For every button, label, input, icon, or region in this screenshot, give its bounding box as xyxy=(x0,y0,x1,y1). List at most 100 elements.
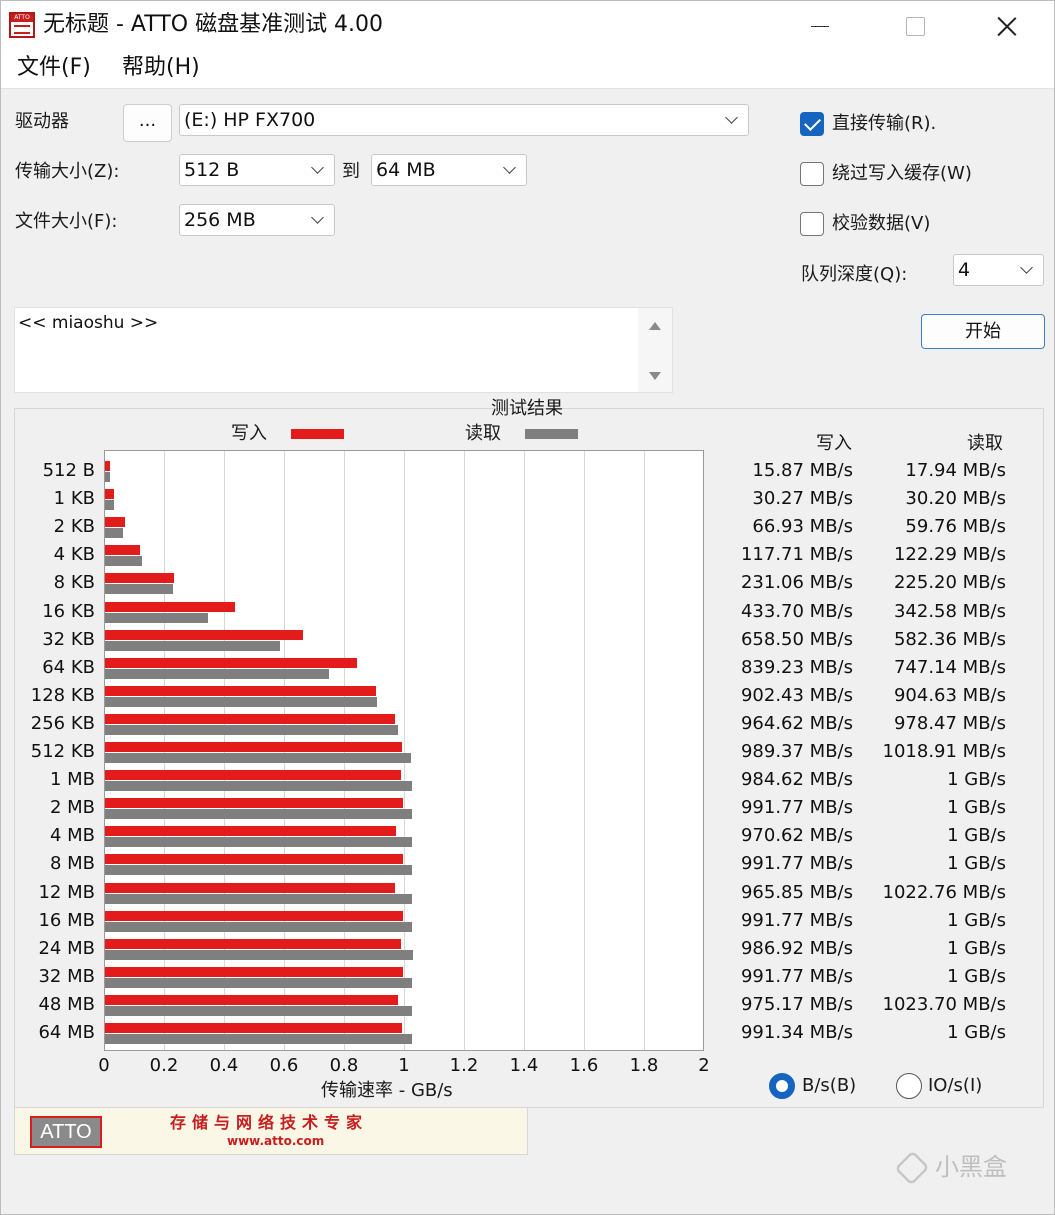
write-bar xyxy=(105,629,303,640)
queue-depth-select[interactable]: 4 xyxy=(953,254,1044,286)
app-window: ATTO 无标题 - ATTO 磁盘基准测试 4.00 文件(F) 帮助(H) … xyxy=(0,0,1055,1215)
transfer-size-row-label: 64 KB xyxy=(42,656,95,678)
transfer-size-row-label: 32 MB xyxy=(38,965,95,987)
io-per-second-radio[interactable] xyxy=(896,1073,922,1099)
bypass-cache-label[interactable]: 绕过写入缓存(W) xyxy=(832,162,972,186)
write-bar xyxy=(105,685,376,696)
x-axis-tick-label: 0.8 xyxy=(329,1055,359,1076)
browse-button[interactable]: ... xyxy=(123,104,172,142)
read-speed-value: 1 GB/s xyxy=(947,769,1006,791)
verify-data-label[interactable]: 校验数据(V) xyxy=(832,212,930,236)
verify-data-checkbox[interactable] xyxy=(800,212,824,236)
drive-label: 驱动器 xyxy=(15,111,69,132)
write-speed-value: 433.70 MB/s xyxy=(740,600,853,622)
read-speed-value: 1 GB/s xyxy=(947,825,1006,847)
chevron-down-icon xyxy=(311,161,324,174)
read-bar xyxy=(105,612,208,623)
write-speed-value: 839.23 MB/s xyxy=(740,656,853,678)
transfer-size-from-select[interactable]: 512 B xyxy=(179,154,335,186)
menu-file[interactable]: 文件(F) xyxy=(17,54,91,82)
read-bar xyxy=(105,500,114,511)
atto-app-icon: ATTO xyxy=(9,12,35,38)
read-speed-value: 30.20 MB/s xyxy=(905,488,1006,510)
write-speed-value: 902.43 MB/s xyxy=(740,684,853,706)
read-bar xyxy=(105,528,123,539)
drive-select-value: (E:) HP FX700 xyxy=(184,109,316,131)
banner-slogan: 存储与网络技术专家 xyxy=(170,1113,369,1132)
transfer-size-row-label: 12 MB xyxy=(38,881,95,903)
read-bar xyxy=(105,949,414,960)
queue-depth-label: 队列深度(Q): xyxy=(801,264,908,285)
read-bar xyxy=(105,809,412,820)
scroll-down-arrow-icon[interactable] xyxy=(649,372,661,380)
transfer-size-row-label: 256 KB xyxy=(30,712,95,734)
read-speed-value: 1023.70 MB/s xyxy=(882,993,1006,1015)
bypass-cache-checkbox[interactable] xyxy=(800,162,824,186)
legend-write-swatch xyxy=(291,429,344,439)
read-bar xyxy=(105,837,412,848)
direct-io-checkbox[interactable] xyxy=(800,112,824,136)
transfer-size-row-label: 64 MB xyxy=(38,1022,95,1043)
watermark-text: 小黑盒 xyxy=(935,1153,1007,1181)
drive-select[interactable]: (E:) HP FX700 xyxy=(179,104,749,136)
bytes-per-second-radio[interactable] xyxy=(769,1073,795,1099)
description-scrollbar[interactable] xyxy=(638,308,672,392)
read-bar xyxy=(105,472,111,482)
chevron-down-icon xyxy=(725,111,738,124)
menu-help[interactable]: 帮助(H) xyxy=(122,54,200,82)
write-speed-value: 964.62 MB/s xyxy=(740,712,853,734)
watermark-logo-icon xyxy=(894,1150,930,1186)
write-speed-value: 989.37 MB/s xyxy=(740,741,853,762)
chart-gridline xyxy=(524,451,525,1050)
chart-plot-area xyxy=(104,450,704,1051)
scroll-up-arrow-icon[interactable] xyxy=(649,322,661,330)
read-bar xyxy=(105,640,280,651)
read-speed-value: 1 GB/s xyxy=(947,1022,1006,1043)
read-speed-value: 342.58 MB/s xyxy=(893,600,1006,622)
maximize-button[interactable] xyxy=(891,9,935,43)
read-speed-value: 747.14 MB/s xyxy=(893,656,1006,678)
read-bar xyxy=(105,1034,412,1044)
read-bar xyxy=(105,668,330,679)
transfer-size-to-select[interactable]: 64 MB xyxy=(371,154,527,186)
read-speed-value: 1018.91 MB/s xyxy=(882,741,1006,762)
write-speed-value: 15.87 MB/s xyxy=(752,460,853,481)
read-speed-value: 1022.76 MB/s xyxy=(882,881,1006,903)
transfer-size-row-label: 128 KB xyxy=(30,684,95,706)
minimize-button[interactable] xyxy=(797,9,841,43)
write-bar xyxy=(105,882,395,893)
write-speed-value: 986.92 MB/s xyxy=(740,937,853,959)
write-bar xyxy=(105,713,395,724)
read-bar xyxy=(105,1005,413,1016)
read-speed-value: 1 GB/s xyxy=(947,853,1006,875)
read-bar xyxy=(105,696,377,707)
description-text: << miaoshu >> xyxy=(18,313,159,333)
read-bar xyxy=(105,584,173,595)
direct-io-label[interactable]: 直接传输(R). xyxy=(832,112,936,136)
read-speed-value: 904.63 MB/s xyxy=(893,684,1006,706)
read-speed-value: 1 GB/s xyxy=(947,797,1006,819)
transfer-size-row-label: 8 MB xyxy=(49,853,95,875)
read-bar xyxy=(105,893,412,904)
legend-read-swatch xyxy=(525,429,578,439)
description-textarea[interactable]: << miaoshu >> xyxy=(14,307,673,393)
transfer-size-row-label: 512 KB xyxy=(30,741,95,762)
io-per-second-label[interactable]: IO/s(I) xyxy=(928,1074,982,1098)
read-bar xyxy=(105,865,412,876)
close-button[interactable] xyxy=(985,9,1029,43)
chart-gridline xyxy=(644,451,645,1050)
watermark: 小黑盒 xyxy=(894,1148,1037,1188)
file-size-select[interactable]: 256 MB xyxy=(179,204,335,236)
write-speed-value: 66.93 MB/s xyxy=(752,516,853,538)
start-button[interactable]: 开始 xyxy=(921,314,1045,349)
write-bar xyxy=(105,601,236,612)
atto-banner[interactable]: ATTO 存储与网络技术专家 www.atto.com xyxy=(14,1107,528,1155)
read-bar xyxy=(105,556,142,567)
bytes-per-second-label[interactable]: B/s(B) xyxy=(802,1074,856,1098)
write-speed-value: 991.34 MB/s xyxy=(740,1022,853,1043)
atto-logo: ATTO xyxy=(30,1116,102,1148)
transfer-size-row-label: 16 MB xyxy=(38,909,95,931)
write-speed-value: 970.62 MB/s xyxy=(740,825,853,847)
x-axis-tick-label: 1.4 xyxy=(509,1055,539,1076)
transfer-size-row-label: 1 MB xyxy=(49,769,95,791)
